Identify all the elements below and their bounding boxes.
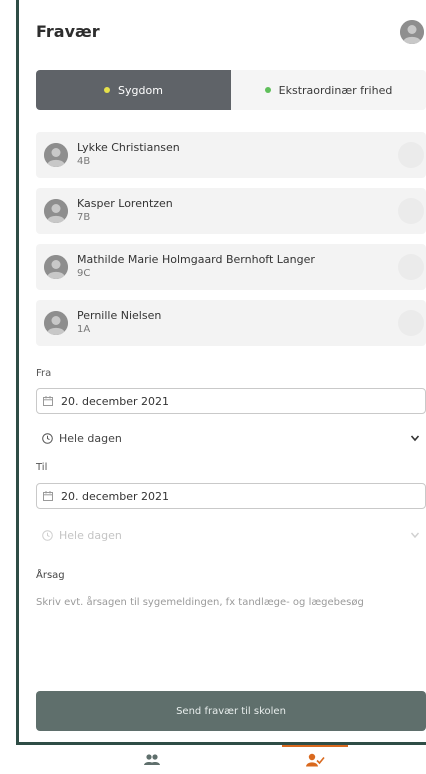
avatar-icon [44, 255, 68, 279]
segment-sygdom[interactable]: Sygdom [36, 70, 231, 110]
segment-ekstraordinaer-frihed[interactable]: Ekstraordinær frihed [231, 70, 426, 110]
avatar-icon [44, 143, 68, 167]
reason-input[interactable]: Skriv evt. årsagen til sygemeldingen, fx… [36, 597, 364, 608]
person-check-icon [306, 753, 325, 766]
calendar-icon [43, 396, 53, 406]
student-name: Kasper Lorentzen [77, 197, 173, 210]
student-class: 4B [77, 156, 91, 167]
to-time-value: Hele dagen [59, 528, 122, 542]
calendar-icon [43, 491, 53, 501]
select-radio[interactable] [398, 254, 424, 280]
student-name: Pernille Nielsen [77, 309, 162, 322]
tab-people[interactable] [82, 745, 222, 774]
from-date-value: 20. december 2021 [61, 394, 170, 408]
student-name: Lykke Christiansen [77, 141, 180, 154]
page-title: Fravær [36, 22, 100, 41]
student-class: 9C [77, 268, 91, 279]
bottom-tab-bar [22, 745, 426, 774]
student-class: 7B [77, 212, 91, 223]
chevron-down-icon [410, 435, 420, 442]
avatar-icon [44, 311, 68, 335]
people-icon [144, 753, 160, 765]
from-time-select[interactable]: Hele dagen [36, 425, 426, 451]
student-row[interactable]: Mathilde Marie Holmgaard Bernhoft Langer… [36, 244, 426, 290]
header: Fravær [22, 0, 426, 60]
student-row[interactable]: Pernille Nielsen 1A [36, 300, 426, 346]
send-absence-button[interactable]: Send fravær til skolen [36, 691, 426, 731]
chevron-down-icon [410, 532, 420, 539]
avatar-icon [44, 199, 68, 223]
to-date-value: 20. december 2021 [61, 489, 170, 503]
select-radio[interactable] [398, 198, 424, 224]
to-time-select[interactable]: Hele dagen [36, 522, 426, 548]
yellow-dot-icon [104, 87, 111, 93]
tab-absence[interactable] [245, 745, 385, 774]
to-label: Til [36, 462, 48, 473]
select-radio[interactable] [398, 142, 424, 168]
clock-icon [42, 432, 53, 444]
from-time-value: Hele dagen [59, 431, 122, 445]
from-date-field[interactable]: 20. december 2021 [36, 388, 426, 414]
student-row[interactable]: Kasper Lorentzen 7B [36, 188, 426, 234]
clock-icon [42, 529, 53, 541]
segment-sygdom-label: Sygdom [118, 83, 163, 97]
absence-type-segment: Sygdom Ekstraordinær frihed [36, 70, 426, 110]
frame-border-left [16, 0, 19, 745]
to-date-field[interactable]: 20. december 2021 [36, 483, 426, 509]
student-row[interactable]: Lykke Christiansen 4B [36, 132, 426, 178]
student-name: Mathilde Marie Holmgaard Bernhoft Langer [77, 253, 315, 266]
from-label: Fra [36, 368, 52, 379]
reason-label: Årsag [36, 570, 65, 581]
select-radio[interactable] [398, 310, 424, 336]
user-avatar-icon[interactable] [400, 20, 424, 44]
send-absence-label: Send fravær til skolen [176, 705, 286, 717]
app-window: Fravær Sygdom Ekstraordinær frihed Lykke… [0, 0, 426, 774]
student-class: 1A [77, 324, 91, 335]
green-dot-icon [264, 87, 271, 93]
segment-ekstraordinaer-label: Ekstraordinær frihed [278, 83, 393, 97]
